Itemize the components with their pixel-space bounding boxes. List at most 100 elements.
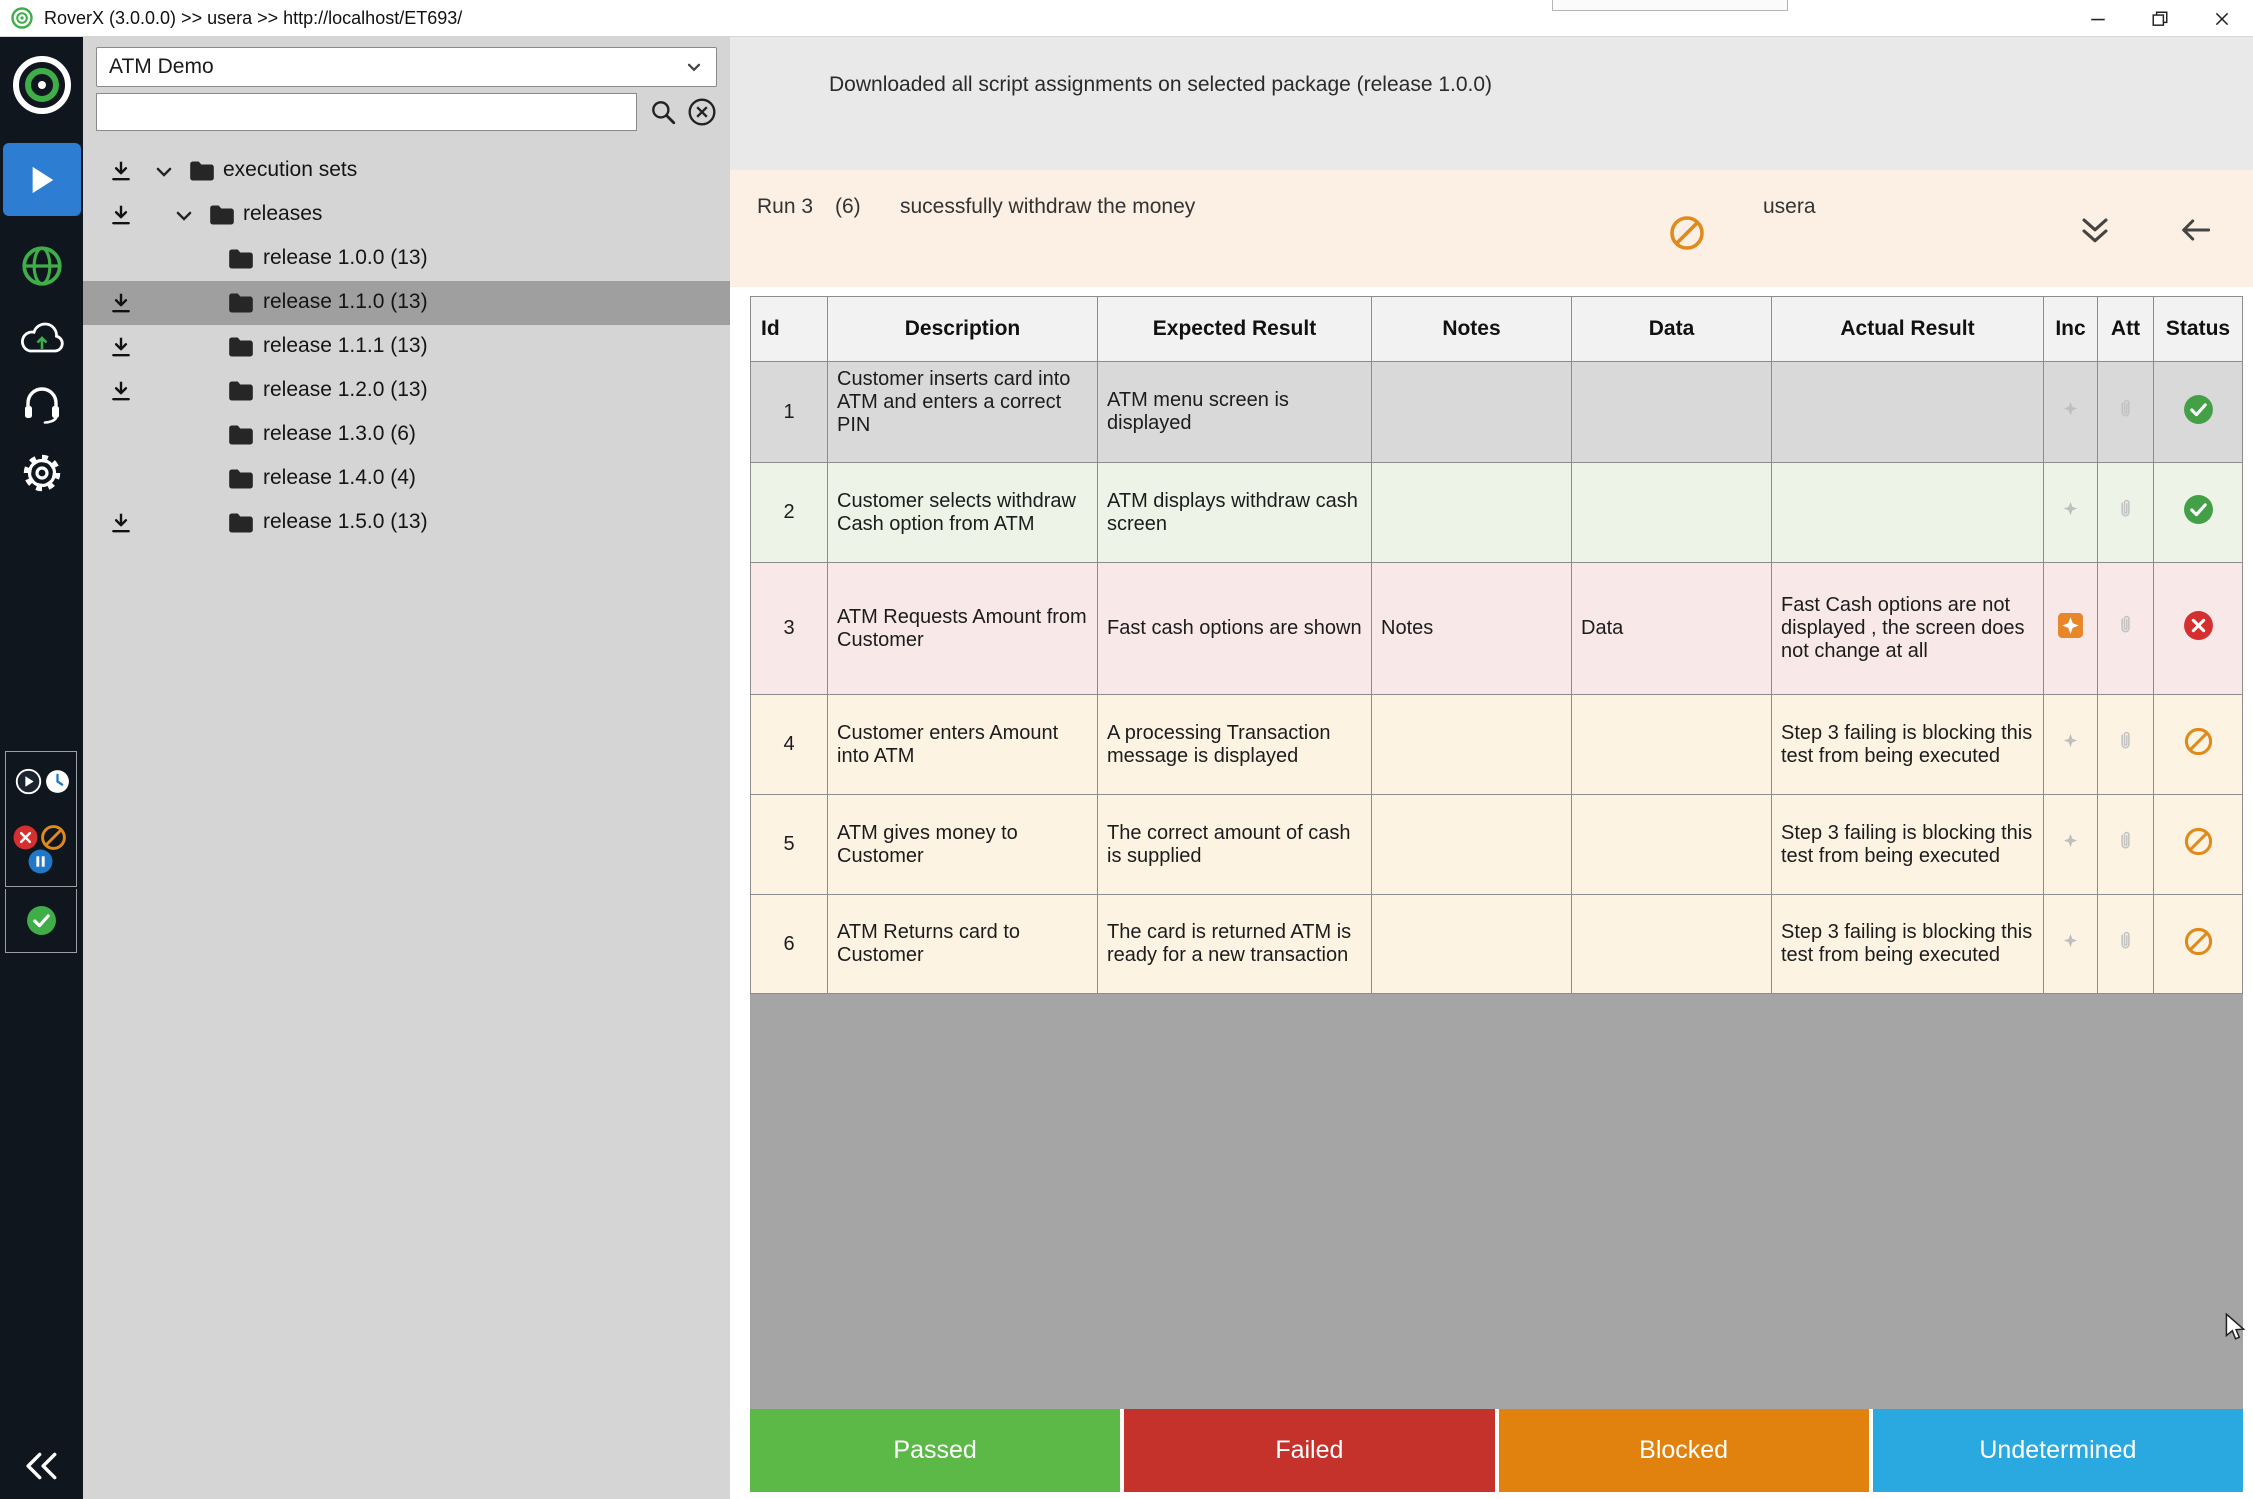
search-icon[interactable]: [649, 98, 677, 126]
step-notes[interactable]: [1372, 795, 1572, 895]
tree-item-release-1-0-0[interactable]: release 1.0.0 (13): [83, 237, 730, 281]
step-row-2[interactable]: 2 Customer selects withdraw Cash option …: [751, 463, 2243, 563]
incident-icon[interactable]: [2060, 831, 2081, 852]
step-actual-result[interactable]: Fast Cash options are not displayed , th…: [1772, 563, 2044, 695]
step-actual-result[interactable]: [1772, 463, 2044, 563]
back-button[interactable]: [2178, 216, 2212, 244]
step-row-1[interactable]: 1 Customer inserts card into ATM and ent…: [751, 362, 2243, 463]
incident-icon[interactable]: [2060, 731, 2081, 752]
cloud-sync-nav-button[interactable]: [16, 321, 68, 357]
blocked-button[interactable]: Blocked: [1499, 1409, 1869, 1492]
step-data[interactable]: [1572, 795, 1772, 895]
step-description: Customer selects withdraw Cash option fr…: [828, 463, 1098, 563]
tree-item-release-1-1-1[interactable]: release 1.1.1 (13): [83, 325, 730, 369]
window-title: RoverX (3.0.0.0) >> usera >> http://loca…: [44, 8, 462, 29]
incident-icon[interactable]: [2060, 399, 2081, 420]
step-actual-result[interactable]: Step 3 failing is blocking this test fro…: [1772, 695, 2044, 795]
incident-icon[interactable]: [2060, 499, 2081, 520]
pending-clock-icon: [44, 768, 71, 795]
folder-icon: [209, 204, 235, 226]
tree-item-execution-sets[interactable]: execution sets: [83, 149, 730, 193]
status-failed-icon: [2183, 610, 2214, 641]
step-data[interactable]: [1572, 895, 1772, 994]
minimize-button[interactable]: [2067, 0, 2129, 37]
step-data[interactable]: [1572, 362, 1772, 463]
run-name: sucessfully withdraw the money: [900, 195, 1195, 219]
download-icon[interactable]: [109, 379, 133, 403]
step-actual-result[interactable]: Step 3 failing is blocking this test fro…: [1772, 795, 2044, 895]
verdict-button-bar: Passed Failed Blocked Undetermined: [750, 1409, 2243, 1492]
step-expected-result: Fast cash options are shown: [1098, 563, 1372, 695]
chevron-down-icon[interactable]: [173, 205, 195, 227]
step-data[interactable]: Data: [1572, 563, 1772, 695]
folder-icon: [228, 336, 254, 358]
maximize-button[interactable]: [2129, 0, 2191, 37]
project-select[interactable]: ATM Demo: [96, 47, 717, 87]
app-logo-icon: [10, 6, 34, 30]
step-row-5[interactable]: 5 ATM gives money to Customer The correc…: [751, 795, 2243, 895]
failed-button[interactable]: Failed: [1124, 1409, 1494, 1492]
download-icon[interactable]: [109, 335, 133, 359]
step-notes[interactable]: [1372, 895, 1572, 994]
tree-item-label: release 1.0.0 (13): [263, 246, 428, 270]
run-label: Run 3: [757, 195, 813, 219]
step-row-4[interactable]: 4 Customer enters Amount into ATM A proc…: [751, 695, 2243, 795]
download-icon[interactable]: [109, 203, 133, 227]
execution-play-nav-button[interactable]: [3, 143, 81, 216]
step-notes[interactable]: [1372, 362, 1572, 463]
status-message: Downloaded all script assignments on sel…: [829, 73, 1492, 96]
download-icon[interactable]: [109, 291, 133, 315]
tree-item-release-1-2-0[interactable]: release 1.2.0 (13): [83, 369, 730, 413]
attachment-icon[interactable]: [2114, 730, 2137, 753]
tree-item-releases[interactable]: releases: [83, 193, 730, 237]
tree-item-release-1-4-0[interactable]: release 1.4.0 (4): [83, 457, 730, 501]
attachment-icon[interactable]: [2114, 398, 2137, 421]
column-header-expected-result: Expected Result: [1098, 297, 1372, 362]
step-notes[interactable]: Notes: [1372, 563, 1572, 695]
step-notes[interactable]: [1372, 695, 1572, 795]
chevron-down-icon[interactable]: [153, 161, 175, 183]
step-row-3[interactable]: 3 ATM Requests Amount from Customer Fast…: [751, 563, 2243, 695]
failed-status-icon: [12, 824, 39, 851]
tree-item-release-1-3-0[interactable]: release 1.3.0 (6): [83, 413, 730, 457]
step-id: 2: [751, 463, 828, 563]
incident-icon[interactable]: [2060, 931, 2081, 952]
run-user: usera: [1763, 195, 1816, 219]
step-actual-result[interactable]: Step 3 failing is blocking this test fro…: [1772, 895, 2044, 994]
settings-nav-button[interactable]: [20, 451, 64, 495]
support-nav-button[interactable]: [20, 383, 64, 425]
column-header-att: Att: [2098, 297, 2154, 362]
cloud-upload-icon: [16, 321, 68, 357]
attachment-icon[interactable]: [2114, 614, 2137, 637]
attachment-icon[interactable]: [2114, 498, 2137, 521]
search-input[interactable]: [96, 93, 637, 131]
step-data[interactable]: [1572, 463, 1772, 563]
collapse-run-details-button[interactable]: [2078, 216, 2112, 246]
close-button[interactable]: [2191, 0, 2253, 37]
step-description: ATM Returns card to Customer: [828, 895, 1098, 994]
step-data[interactable]: [1572, 695, 1772, 795]
attachment-icon[interactable]: [2114, 830, 2137, 853]
attachment-icon[interactable]: [2114, 930, 2137, 953]
collapse-sidebar-button[interactable]: [22, 1451, 62, 1481]
step-id: 3: [751, 563, 828, 695]
passed-button[interactable]: Passed: [750, 1409, 1120, 1492]
status-blocked-icon: [2184, 827, 2213, 856]
tree-item-release-1-5-0[interactable]: release 1.5.0 (13): [83, 501, 730, 545]
run-status-legend: [5, 751, 77, 887]
globe-nav-button[interactable]: [19, 243, 65, 289]
run-header-bar: Run 3 (6) sucessfully withdraw the money…: [730, 170, 2253, 287]
download-icon[interactable]: [109, 511, 133, 535]
step-actual-result[interactable]: [1772, 362, 2044, 463]
incident-icon-active[interactable]: [2057, 612, 2084, 639]
step-expected-result: A processing Transaction message is disp…: [1098, 695, 1372, 795]
clear-search-icon[interactable]: [687, 97, 717, 127]
tree-item-release-1-1-0[interactable]: release 1.1.0 (13): [83, 281, 730, 325]
download-icon[interactable]: [109, 159, 133, 183]
step-description: ATM Requests Amount from Customer: [828, 563, 1098, 695]
step-row-6[interactable]: 6 ATM Returns card to Customer The card …: [751, 895, 2243, 994]
status-passed-icon: [2183, 394, 2214, 425]
undetermined-button[interactable]: Undetermined: [1873, 1409, 2243, 1492]
step-notes[interactable]: [1372, 463, 1572, 563]
table-empty-area: [750, 994, 2243, 1409]
